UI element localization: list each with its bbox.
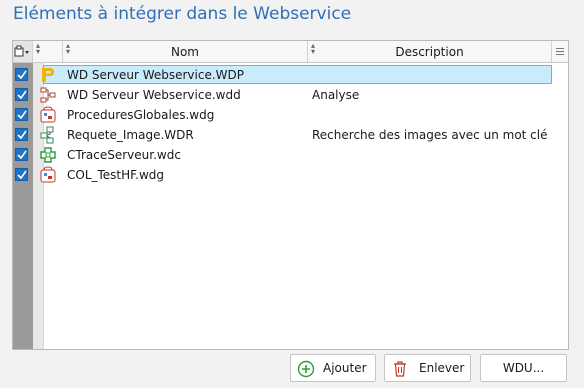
table-header: ▴ ▾ ▴ ▾ Nom ▴ ▾ Description (13, 41, 568, 63)
column-menu-button[interactable] (552, 41, 568, 62)
description-column-label: Description (395, 45, 464, 59)
name-column-label: Nom (170, 45, 199, 59)
project-p-icon (42, 68, 54, 82)
icon-column-header[interactable]: ▴ ▾ (33, 41, 63, 62)
remove-button[interactable]: Enlever (384, 354, 471, 382)
table-row[interactable]: CTraceServeur.wdc (13, 145, 568, 165)
row-name: ProceduresGlobales.wdg (67, 108, 215, 122)
menu-icon (556, 48, 564, 55)
procedures-set-icon (40, 166, 56, 183)
analysis-icon (40, 87, 56, 103)
table-row[interactable]: COL_TestHF.wdg (13, 165, 568, 185)
row-description: Recherche des images avec un mot clé (312, 128, 548, 142)
remove-button-label: Enlever (419, 361, 465, 375)
row-name: Requete_Image.WDR (67, 128, 194, 142)
add-button[interactable]: Ajouter (290, 354, 376, 382)
add-button-label: Ajouter (323, 361, 367, 375)
select-all-header[interactable] (13, 41, 33, 62)
table-row[interactable]: WD Serveur Webservice.wdd Analyse (13, 85, 568, 105)
checkmark-icon (17, 70, 27, 80)
checkmark-icon (17, 130, 27, 140)
procedures-set-icon (40, 106, 56, 123)
checkbox-menu-icon[interactable] (14, 45, 30, 59)
table-row[interactable]: WD Serveur Webservice.WDP (13, 65, 568, 85)
query-icon (40, 126, 54, 144)
row-name: WD Serveur Webservice.WDP (67, 68, 244, 82)
table-row[interactable]: ProceduresGlobales.wdg (13, 105, 568, 125)
description-column-header[interactable]: ▴ ▾ Description (308, 41, 552, 62)
row-checkbox[interactable] (15, 88, 28, 101)
row-checkbox[interactable] (15, 68, 28, 81)
checkmark-icon (17, 110, 27, 120)
row-name: COL_TestHF.wdg (67, 168, 165, 182)
checkmark-icon (17, 170, 27, 180)
checkmark-icon (17, 150, 27, 160)
add-icon (297, 360, 315, 378)
trash-icon (394, 361, 406, 377)
wdu-button[interactable]: WDU... (480, 354, 567, 382)
row-checkbox[interactable] (15, 128, 28, 141)
page-title: Eléments à intégrer dans le Webservice (13, 4, 352, 24)
elements-table[interactable]: ▴ ▾ ▴ ▾ Nom ▴ ▾ Description WD Serveur W… (12, 40, 569, 350)
wdu-button-label: WDU... (502, 361, 545, 375)
name-column-header[interactable]: ▴ ▾ Nom (63, 41, 308, 62)
row-name: CTraceServeur.wdc (67, 148, 181, 162)
class-icon (40, 147, 56, 163)
sort-arrows-icon: ▴ ▾ (36, 41, 41, 56)
checkmark-icon (17, 90, 27, 100)
row-description: Analyse (312, 88, 360, 102)
row-checkbox[interactable] (15, 108, 28, 121)
row-name: WD Serveur Webservice.wdd (67, 88, 241, 102)
row-checkbox[interactable] (15, 148, 28, 161)
table-row[interactable]: Requete_Image.WDR Recherche des images a… (13, 125, 568, 145)
row-checkbox[interactable] (15, 168, 28, 181)
